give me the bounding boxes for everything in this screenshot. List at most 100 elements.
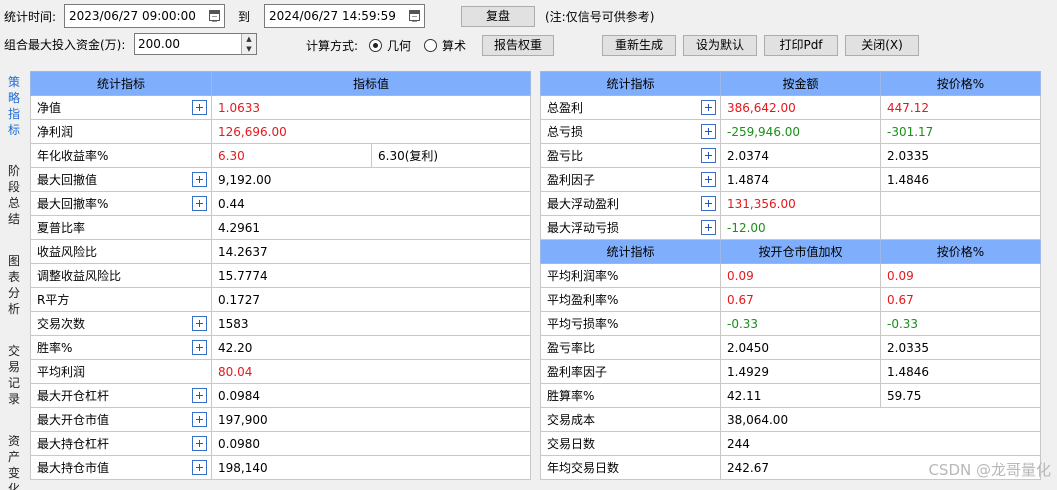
metric-name: 净利润 xyxy=(37,125,74,139)
spin-down-icon[interactable]: ▼ xyxy=(241,44,256,54)
metric-value: -301.17 xyxy=(880,119,1041,144)
metric-value: 0.0984 xyxy=(210,383,532,408)
metric-name-cell: 年化收益率% xyxy=(30,143,212,168)
metric-extra-value: 6.30(复利) xyxy=(370,143,532,168)
metric-name-cell: 盈亏比 xyxy=(540,143,721,168)
metric-name: R平方 xyxy=(37,293,70,307)
metric-name-cell: 最大持仓市值 xyxy=(30,455,212,480)
metric-value: 126,696.00 xyxy=(210,119,532,144)
expand-plus-icon[interactable] xyxy=(192,100,207,115)
start-datetime-value: 2023/06/27 09:00:00 xyxy=(69,9,196,23)
table-row: 平均利润 80.04 xyxy=(30,359,532,384)
max-capital-value: 200.00 xyxy=(138,37,180,51)
tab-asset-change[interactable]: 资产变化 xyxy=(3,433,25,490)
calendar-icon[interactable] xyxy=(409,10,420,22)
metric-name: 平均亏损率% xyxy=(547,317,619,331)
expand-plus-icon[interactable] xyxy=(701,172,716,187)
expand-plus-icon[interactable] xyxy=(192,196,207,211)
close-button[interactable]: 关闭(X) xyxy=(845,35,919,56)
table-row: 交易次数 1583 xyxy=(30,311,532,336)
table-row: 盈利因子 1.4874 1.4846 xyxy=(540,167,1041,192)
table-row: 调整收益风险比 15.7774 xyxy=(30,263,532,288)
metric-name-cell: 调整收益风险比 xyxy=(30,263,212,288)
metric-name-cell: 最大浮动盈利 xyxy=(540,191,721,216)
metric-name: 交易成本 xyxy=(547,413,596,427)
metric-value: 0.44 xyxy=(210,191,532,216)
radio-geometric[interactable] xyxy=(369,39,382,52)
expand-plus-icon[interactable] xyxy=(701,124,716,139)
metric-name-cell: 年均交易日数 xyxy=(540,455,721,480)
regenerate-button[interactable]: 重新生成 xyxy=(602,35,676,56)
metric-value: 1.0633 xyxy=(210,95,532,120)
metric-value: 2.0335 xyxy=(880,335,1041,360)
radio-geometric-label: 几何 xyxy=(387,39,412,53)
metric-name: 盈亏比 xyxy=(547,149,584,163)
header-cell: 按开仓市值加权 xyxy=(720,239,881,264)
calc-method-label: 计算方式: xyxy=(306,39,359,53)
metric-value: 0.67 xyxy=(880,287,1041,312)
max-capital-input[interactable]: 200.00 ▲ ▼ xyxy=(134,33,257,55)
metric-name: 收益风险比 xyxy=(37,245,98,259)
table-header-row: 统计指标 按金额 按价格% xyxy=(540,71,1041,96)
print-pdf-button[interactable]: 打印Pdf xyxy=(764,35,838,56)
metric-value: 80.04 xyxy=(210,359,532,384)
metric-name: 总盈利 xyxy=(547,101,584,115)
metric-value: -0.33 xyxy=(880,311,1041,336)
metric-value xyxy=(880,215,1041,240)
metric-name-cell: 交易次数 xyxy=(30,311,212,336)
set-default-button[interactable]: 设为默认 xyxy=(683,35,757,56)
profit-loss-table: 统计指标 按金额 按价格% 总盈利 386,642.00 447.12 总亏损 -259,94… xyxy=(540,71,1041,480)
metric-value: 2.0335 xyxy=(880,143,1041,168)
metric-value: 42.11 xyxy=(720,383,881,408)
expand-plus-icon[interactable] xyxy=(192,340,207,355)
expand-plus-icon[interactable] xyxy=(701,196,716,211)
metric-name-cell: 交易成本 xyxy=(540,407,721,432)
metric-name-cell: R平方 xyxy=(30,287,212,312)
table-row: 最大持仓市值 198,140 xyxy=(30,455,532,480)
metric-name-cell: 最大持仓杠杆 xyxy=(30,431,212,456)
tab-strategy-metrics[interactable]: 策略指标 xyxy=(3,74,25,138)
metric-name: 年均交易日数 xyxy=(547,461,620,475)
metric-name: 最大回撤值 xyxy=(37,173,98,187)
watermark: CSDN @龙哥量化 xyxy=(928,461,1051,479)
expand-plus-icon[interactable] xyxy=(192,460,207,475)
metric-value: 244 xyxy=(720,431,1041,456)
tab-trade-records[interactable]: 交易记录 xyxy=(3,343,25,407)
metric-name: 最大开仓杠杆 xyxy=(37,389,110,403)
report-weight-button[interactable]: 报告权重 xyxy=(482,35,554,56)
table-row: R平方 0.1727 xyxy=(30,287,532,312)
metric-name-cell: 最大开仓杠杆 xyxy=(30,383,212,408)
end-datetime-value: 2024/06/27 14:59:59 xyxy=(269,9,396,23)
table-row: 年化收益率% 6.30 6.30(复利) xyxy=(30,143,532,168)
end-datetime-picker[interactable]: 2024/06/27 14:59:59 xyxy=(264,4,425,28)
metric-name: 最大持仓杠杆 xyxy=(37,437,110,451)
metric-value: 197,900 xyxy=(210,407,532,432)
calendar-icon[interactable] xyxy=(209,10,220,22)
radio-arithmetic[interactable] xyxy=(424,39,437,52)
header-cell: 按金额 xyxy=(720,71,881,96)
expand-plus-icon[interactable] xyxy=(701,220,716,235)
expand-plus-icon[interactable] xyxy=(192,412,207,427)
stat-time-label: 统计时间: xyxy=(4,10,57,24)
metric-value: 42.20 xyxy=(210,335,532,360)
metric-name: 最大开仓市值 xyxy=(37,413,110,427)
metric-value: 0.09 xyxy=(880,263,1041,288)
spin-up-icon[interactable]: ▲ xyxy=(241,34,256,44)
replay-button[interactable]: 复盘 xyxy=(461,6,535,27)
tab-stage-summary[interactable]: 阶段总结 xyxy=(3,163,25,227)
expand-plus-icon[interactable] xyxy=(701,148,716,163)
metric-name-cell: 最大回撤值 xyxy=(30,167,212,192)
metric-name: 最大持仓市值 xyxy=(37,461,110,475)
tab-chart-analysis[interactable]: 图表分析 xyxy=(3,253,25,317)
expand-plus-icon[interactable] xyxy=(192,172,207,187)
expand-plus-icon[interactable] xyxy=(701,100,716,115)
expand-plus-icon[interactable] xyxy=(192,388,207,403)
table-row: 盈亏比 2.0374 2.0335 xyxy=(540,143,1041,168)
start-datetime-picker[interactable]: 2023/06/27 09:00:00 xyxy=(64,4,225,28)
expand-plus-icon[interactable] xyxy=(192,436,207,451)
metric-value: 4.2961 xyxy=(210,215,532,240)
metric-name-cell: 收益风险比 xyxy=(30,239,212,264)
expand-plus-icon[interactable] xyxy=(192,316,207,331)
table-row: 总亏损 -259,946.00 -301.17 xyxy=(540,119,1041,144)
metric-name-cell: 胜算率% xyxy=(540,383,721,408)
